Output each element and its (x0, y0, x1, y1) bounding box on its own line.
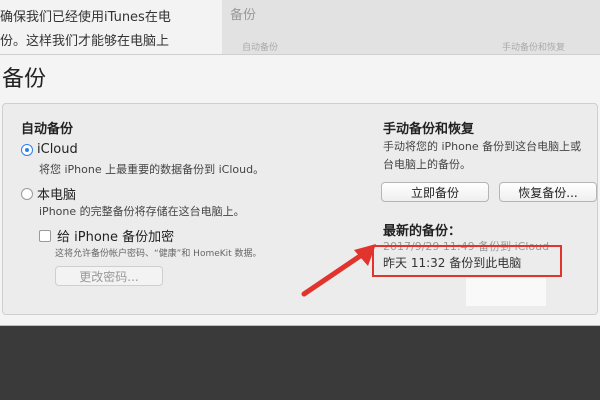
image-smudge (466, 278, 546, 306)
radio-unselected-icon[interactable] (21, 187, 33, 200)
change-password-button[interactable]: 更改密码... (55, 266, 163, 286)
background-window: 备份 自动备份 手动备份和恢复 (222, 0, 600, 54)
restore-backup-button[interactable]: 恢复备份... (499, 182, 597, 202)
article-line: 份。这样我们才能够在电脑上 (0, 34, 170, 49)
encrypt-label: 给 iPhone 备份加密 (57, 230, 175, 245)
computer-label: 本电脑 (37, 188, 77, 203)
manual-backup-description: 手动将您的 iPhone 备份到这台电脑上或 (383, 140, 582, 153)
manual-backup-description: 台电脑上的备份。 (383, 158, 471, 171)
page-title: 备份 (2, 67, 47, 92)
auto-backup-title: 自动备份 (21, 122, 74, 137)
manual-backup-title: 手动备份和恢复 (383, 122, 475, 137)
icloud-radio-option[interactable]: iCloud (21, 142, 78, 157)
background-window-title: 备份 (230, 8, 257, 23)
article-text-block: 确保我们已经使用iTunes在电 份。这样我们才能够在电脑上 (0, 0, 222, 54)
icloud-description: 将您 iPhone 上最重要的数据备份到 iCloud。 (39, 163, 265, 176)
checkbox-icon[interactable] (39, 229, 51, 242)
article-line: 确保我们已经使用iTunes在电 (0, 10, 171, 25)
dark-background (0, 326, 600, 400)
annotation-highlight-box (372, 245, 562, 277)
computer-radio-option[interactable]: 本电脑 (21, 184, 76, 203)
computer-description: iPhone 的完整备份将存储在这台电脑上。 (39, 205, 245, 218)
icloud-label: iCloud (37, 142, 78, 157)
radio-selected-icon[interactable] (21, 143, 33, 156)
background-article: 确保我们已经使用iTunes在电 份。这样我们才能够在电脑上 备份 自动备份 手… (0, 0, 600, 54)
annotation-arrow-icon (301, 244, 376, 297)
backup-now-button[interactable]: 立即备份 (381, 182, 489, 202)
latest-backup-title: 最新的备份： (383, 224, 462, 239)
background-window-label: 自动备份 (242, 43, 279, 53)
encrypt-checkbox-option[interactable]: 给 iPhone 备份加密 (39, 226, 174, 245)
background-window-label: 手动备份和恢复 (502, 43, 566, 53)
encrypt-description: 这将允许备份帐户密码、“健康”和 HomeKit 数据。 (55, 249, 262, 259)
